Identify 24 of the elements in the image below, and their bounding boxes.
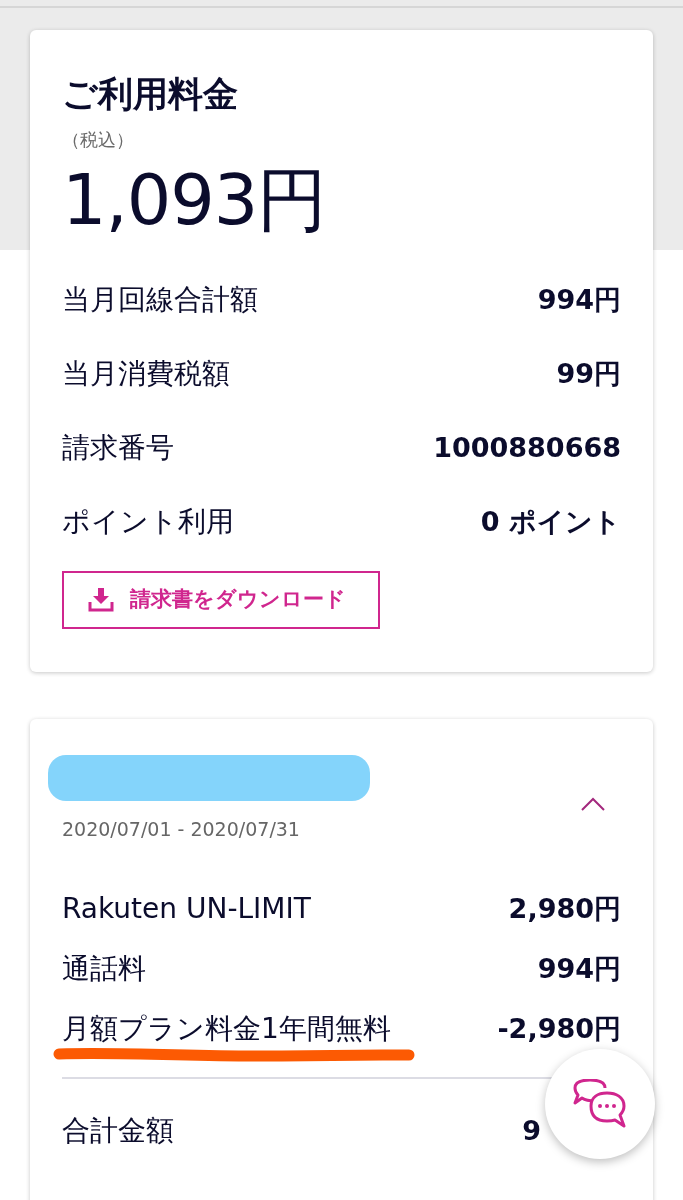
- charge-label: Rakuten UN-LIMIT: [62, 892, 311, 926]
- charge-label: 通話料: [62, 952, 146, 986]
- charge-label: 月額プラン料金1年間無料: [62, 1012, 391, 1046]
- charge-value: 2,980円: [508, 891, 621, 926]
- chevron-up-icon[interactable]: [581, 797, 605, 811]
- row-value: 994円: [537, 282, 621, 317]
- card-title: ご利用料金: [62, 73, 239, 115]
- total-value: 9: [522, 1113, 541, 1148]
- billing-period: 2020/07/01 - 2020/07/31: [62, 817, 301, 841]
- row-value: 99円: [556, 356, 621, 391]
- row-value: 0 ポイント: [480, 504, 621, 539]
- chat-bubbles-icon: [573, 1079, 627, 1129]
- download-invoice-button[interactable]: 請求書をダウンロード: [62, 571, 380, 629]
- row-value: 1000880668: [433, 430, 621, 465]
- tax-note: （税込）: [62, 128, 135, 152]
- charge-value: -2,980円: [497, 1011, 621, 1046]
- total-label: 合計金額: [62, 1113, 174, 1149]
- total-amount: 1,093円: [62, 162, 328, 238]
- row-label: 請求番号: [62, 430, 174, 466]
- row-label: 当月消費税額: [62, 356, 230, 392]
- download-icon: [88, 588, 114, 612]
- row-label: ポイント利用: [62, 504, 234, 540]
- row-label: 当月回線合計額: [62, 282, 258, 318]
- charge-value: 994円: [537, 951, 621, 986]
